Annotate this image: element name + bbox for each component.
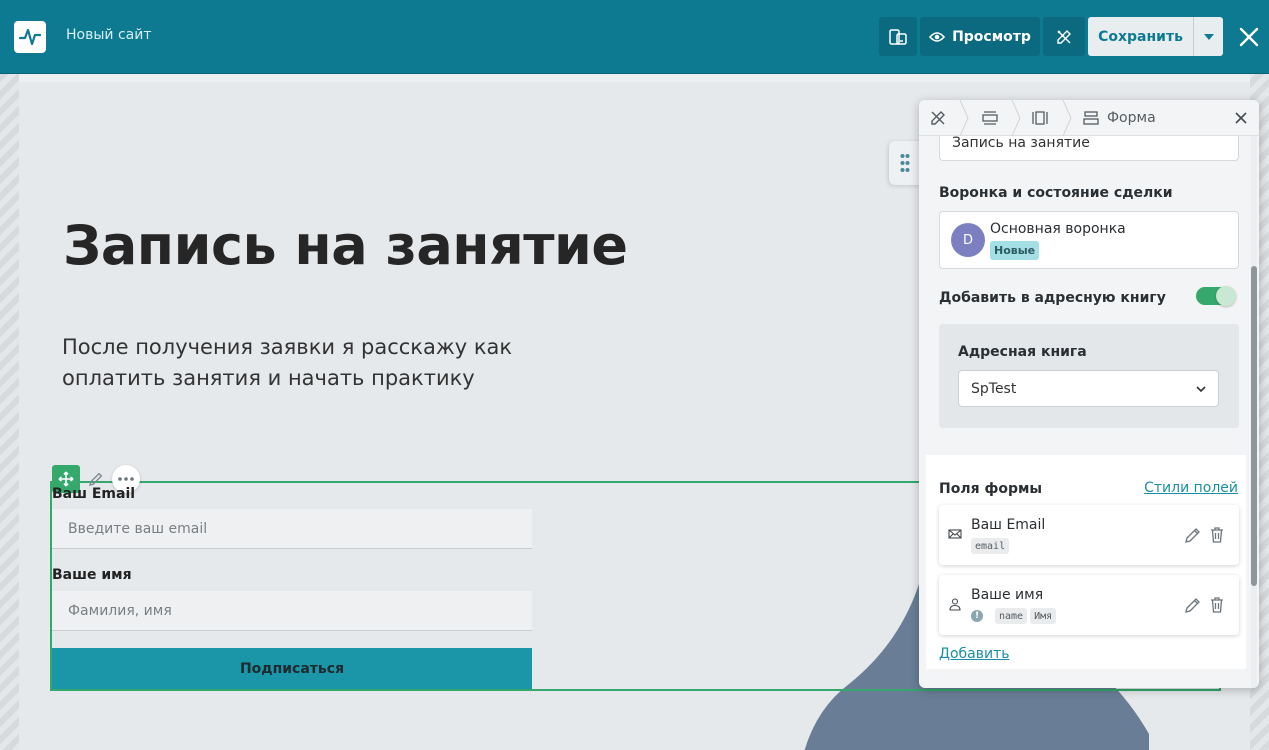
breadcrumb-separator-icon xyxy=(1062,100,1072,136)
funnel-selector[interactable]: D Основная воронка Новые xyxy=(939,211,1239,269)
field-tag: name xyxy=(995,608,1028,624)
mobile-view-button[interactable] xyxy=(879,17,917,56)
email-input[interactable] xyxy=(52,509,532,549)
site-name: Новый сайт xyxy=(66,27,152,43)
field-styles-link[interactable]: Стили полей xyxy=(1144,480,1238,496)
drag-dots-icon xyxy=(900,154,910,172)
field-card-email[interactable]: Ваш Email email xyxy=(939,505,1239,565)
pencil-ruler-icon xyxy=(1057,29,1071,44)
pencil-ruler-icon xyxy=(931,111,945,125)
field-tag: email xyxy=(971,538,1010,554)
addressbook-selected-value: SpTest xyxy=(971,380,1017,397)
close-editor-button[interactable] xyxy=(1236,24,1262,50)
name-input[interactable] xyxy=(52,591,532,631)
breadcrumb-separator-icon xyxy=(959,100,969,136)
field-name: Ваше имя xyxy=(971,587,1044,603)
panel-drag-handle[interactable] xyxy=(889,141,921,185)
preview-button[interactable]: Просмотр xyxy=(920,17,1040,56)
page-top-strip xyxy=(19,74,1250,82)
addressbook-label: Адресная книга xyxy=(958,344,1087,360)
move-icon xyxy=(58,471,74,487)
form-fields-section: Поля формы Стили полей Ваш Email email В… xyxy=(926,455,1246,669)
crumb-column[interactable] xyxy=(1032,100,1048,136)
design-tools-button[interactable] xyxy=(1043,17,1085,56)
panel-scrollbar[interactable] xyxy=(1251,136,1257,688)
info-icon[interactable]: ! xyxy=(971,610,983,622)
form-fields-title: Поля формы xyxy=(939,481,1043,497)
field-tags: ! name Имя xyxy=(971,608,1057,624)
addressbook-toggle-label: Добавить в адресную книгу xyxy=(939,290,1166,306)
breadcrumb-separator-icon xyxy=(1011,100,1021,136)
name-label: Ваше имя xyxy=(52,567,132,583)
person-icon xyxy=(949,598,961,611)
subscribe-button[interactable]: Подписаться xyxy=(52,648,532,689)
deal-stage-badge: Новые xyxy=(990,241,1040,260)
breadcrumb: Форма xyxy=(919,100,1259,136)
delete-field-trash-icon[interactable] xyxy=(1208,526,1226,544)
field-tags: email xyxy=(971,538,1010,554)
chevron-down-icon xyxy=(1196,385,1206,392)
add-field-link[interactable]: Добавить xyxy=(939,646,1009,662)
preview-label: Просмотр xyxy=(952,28,1031,45)
toggle-knob xyxy=(1216,286,1236,306)
close-icon xyxy=(1235,112,1247,124)
hero-title: Запись на занятие xyxy=(63,214,628,277)
funnel-name: Основная воронка xyxy=(990,221,1126,237)
funnel-avatar: D xyxy=(951,223,985,257)
eye-icon xyxy=(929,31,946,42)
addressbook-section: Адресная книга SpTest xyxy=(939,324,1239,428)
scrollbar-thumb[interactable] xyxy=(1251,266,1257,586)
field-card-name[interactable]: Ваше имя ! name Имя xyxy=(939,575,1239,635)
column-icon xyxy=(1032,111,1048,125)
caret-down-icon xyxy=(1203,33,1214,40)
field-name: Ваш Email xyxy=(971,517,1046,533)
close-panel-button[interactable] xyxy=(1231,108,1251,128)
save-options-button[interactable] xyxy=(1193,17,1223,56)
crumb-section[interactable] xyxy=(981,100,999,136)
field-tag: Имя xyxy=(1030,608,1057,624)
funnel-heading: Воронка и состояние сделки xyxy=(939,185,1173,201)
edit-field-pencil-icon[interactable] xyxy=(1184,526,1202,544)
form-icon xyxy=(1083,111,1099,125)
section-icon xyxy=(982,111,998,125)
app-logo[interactable] xyxy=(14,21,46,53)
email-label: Ваш Email xyxy=(52,486,136,502)
addressbook-toggle[interactable] xyxy=(1196,286,1236,306)
editor-topbar: Новый сайт Просмотр Сохранить xyxy=(0,0,1269,74)
close-icon xyxy=(1239,27,1259,47)
edit-field-pencil-icon[interactable] xyxy=(1184,596,1202,614)
hero-subtitle: После получения заявки я расскажу как оп… xyxy=(62,335,513,390)
devices-icon xyxy=(889,28,907,45)
crumb-form-label: Форма xyxy=(1107,110,1156,126)
ellipsis-icon xyxy=(118,477,134,481)
pulse-logo-icon xyxy=(19,28,41,46)
delete-field-trash-icon[interactable] xyxy=(1208,596,1226,614)
crumb-design[interactable] xyxy=(929,100,947,136)
settings-panel: Форма Запись на занятие Воронка и состоя… xyxy=(919,100,1259,688)
save-button[interactable]: Сохранить xyxy=(1088,17,1193,56)
addressbook-select[interactable]: SpTest xyxy=(958,370,1219,407)
pencil-icon xyxy=(89,472,103,486)
envelope-icon xyxy=(948,529,962,539)
crumb-form[interactable]: Форма xyxy=(1083,100,1156,136)
